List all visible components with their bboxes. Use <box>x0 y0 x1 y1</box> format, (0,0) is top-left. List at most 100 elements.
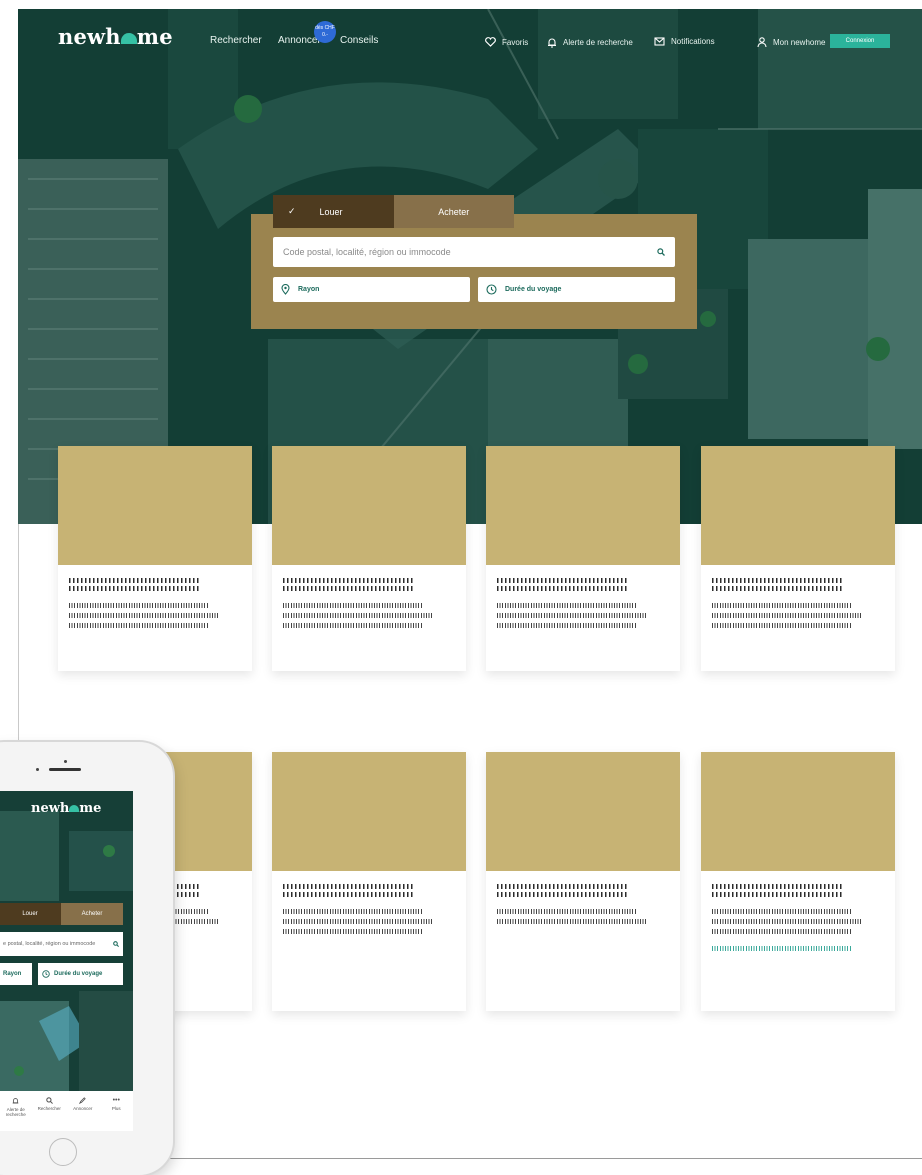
search-panel <box>251 214 697 329</box>
nav-rechercher[interactable]: Rechercher <box>210 35 262 46</box>
envelope-icon <box>654 37 665 46</box>
card-text-placeholder <box>283 613 433 618</box>
tab-acheter[interactable]: Acheter <box>393 195 514 228</box>
phone-tab-acheter[interactable]: Acheter <box>61 903 123 925</box>
card-title-placeholder <box>283 578 413 591</box>
phone-home-button <box>49 1138 77 1166</box>
article-card[interactable] <box>58 446 252 671</box>
nav-conseils[interactable]: Conseils <box>340 35 378 46</box>
article-card[interactable] <box>272 752 466 1011</box>
card-image <box>701 446 895 565</box>
card-link-placeholder[interactable] <box>712 946 852 951</box>
newhome-logo[interactable]: newh me <box>58 24 173 49</box>
article-card[interactable] <box>701 752 895 1011</box>
notifications-label: Notifications <box>671 37 715 46</box>
search-icon <box>46 1097 53 1104</box>
search-alert-link[interactable]: Alerte de recherche <box>547 37 633 48</box>
card-text-placeholder <box>497 909 637 914</box>
phone-sensor <box>64 760 67 763</box>
phone-speaker <box>49 768 81 771</box>
login-button[interactable]: Connexion <box>830 34 890 48</box>
card-image <box>486 446 680 565</box>
more-icon: ••• <box>112 1097 120 1104</box>
card-text-placeholder <box>712 603 852 608</box>
card-text-placeholder <box>712 909 852 914</box>
location-pin-icon <box>281 284 290 295</box>
card-text-placeholder <box>712 919 862 924</box>
phone-nav-plus[interactable]: ••• Plus <box>101 1097 131 1111</box>
promo-badge: dès CHF 0.- <box>314 21 336 43</box>
card-image <box>272 752 466 871</box>
card-text-placeholder <box>497 623 637 628</box>
clock-icon <box>42 970 50 978</box>
phone-search-placeholder: e postal, localité, région ou immocode <box>3 941 96 947</box>
phone-travel-time-button[interactable]: Durée du voyage <box>38 963 123 985</box>
card-text-placeholder <box>69 613 219 618</box>
user-icon <box>757 37 767 47</box>
tab-louer[interactable]: ✓ Louer <box>273 195 394 228</box>
card-title-placeholder <box>712 578 842 591</box>
phone-search-tabs: Louer Acheter <box>0 903 123 925</box>
travel-time-button[interactable]: Durée du voyage <box>478 277 675 302</box>
card-text-placeholder <box>283 603 423 608</box>
card-text-placeholder <box>69 603 209 608</box>
card-text-placeholder <box>497 603 637 608</box>
card-text-placeholder <box>712 929 852 934</box>
search-alert-label: Alerte de recherche <box>563 38 633 47</box>
article-card[interactable] <box>486 446 680 671</box>
card-title-placeholder <box>69 578 199 591</box>
logo-arch-icon <box>69 805 80 812</box>
phone-travel-time-label: Durée du voyage <box>54 971 103 977</box>
phone-nav-rechercher[interactable]: Rechercher <box>34 1097 64 1111</box>
article-card[interactable] <box>272 446 466 671</box>
phone-logo[interactable]: newh me <box>31 801 101 816</box>
logo-arch-icon <box>120 33 137 44</box>
check-icon: ✓ <box>287 206 296 216</box>
phone-screen: newh me Louer Acheter e postal, localité,… <box>0 791 133 1131</box>
phone-aerial-image <box>0 791 133 1131</box>
card-title-placeholder <box>283 884 413 897</box>
card-image <box>272 446 466 565</box>
card-text-placeholder <box>283 919 433 924</box>
tab-louer-label: Louer <box>319 206 343 217</box>
card-image <box>701 752 895 871</box>
account-link[interactable]: Mon newhome <box>757 37 825 47</box>
phone-camera <box>36 768 39 771</box>
favorites-link[interactable]: Favoris <box>485 37 528 47</box>
radius-label: Rayon <box>298 286 320 293</box>
card-title-placeholder <box>497 578 627 591</box>
search-input[interactable]: Code postal, localité, région ou immocod… <box>273 237 675 267</box>
phone-nav-search-alert[interactable]: Alerte de recherche <box>1 1097 31 1117</box>
phone-tab-louer[interactable]: Louer <box>0 903 61 925</box>
article-card[interactable] <box>701 446 895 671</box>
card-text-placeholder <box>497 613 647 618</box>
card-title-placeholder <box>497 884 627 897</box>
search-tabs: ✓ Louer Acheter <box>273 195 514 228</box>
card-image <box>58 446 252 565</box>
pencil-icon <box>79 1097 86 1104</box>
bell-icon <box>548 38 556 48</box>
notifications-link[interactable]: Notifications <box>654 37 715 46</box>
tab-acheter-label: Acheter <box>438 206 470 217</box>
travel-time-label: Durée du voyage <box>505 286 562 293</box>
search-icon[interactable] <box>113 941 119 947</box>
phone-radius-button[interactable]: Rayon <box>0 963 32 985</box>
phone-bottom-nav: Alerte de recherche Rechercher Annoncer … <box>0 1091 133 1131</box>
card-text-placeholder <box>69 623 209 628</box>
card-text-placeholder <box>712 613 862 618</box>
search-icon[interactable] <box>657 248 665 256</box>
phone-search-input[interactable]: e postal, localité, région ou immocode <box>0 932 123 956</box>
phone-radius-label: Rayon <box>3 971 22 977</box>
card-text-placeholder <box>283 909 423 914</box>
bell-icon <box>12 1098 19 1104</box>
card-text-placeholder <box>497 919 647 924</box>
radius-button[interactable]: Rayon <box>273 277 470 302</box>
account-label: Mon newhome <box>773 37 826 47</box>
phone-nav-annoncer[interactable]: Annoncer <box>68 1097 98 1111</box>
card-title-placeholder <box>712 884 842 897</box>
heart-icon <box>485 37 496 47</box>
favorites-label: Favoris <box>502 37 529 47</box>
card-text-placeholder <box>712 623 852 628</box>
card-text-placeholder <box>283 623 423 628</box>
article-card[interactable] <box>486 752 680 1011</box>
